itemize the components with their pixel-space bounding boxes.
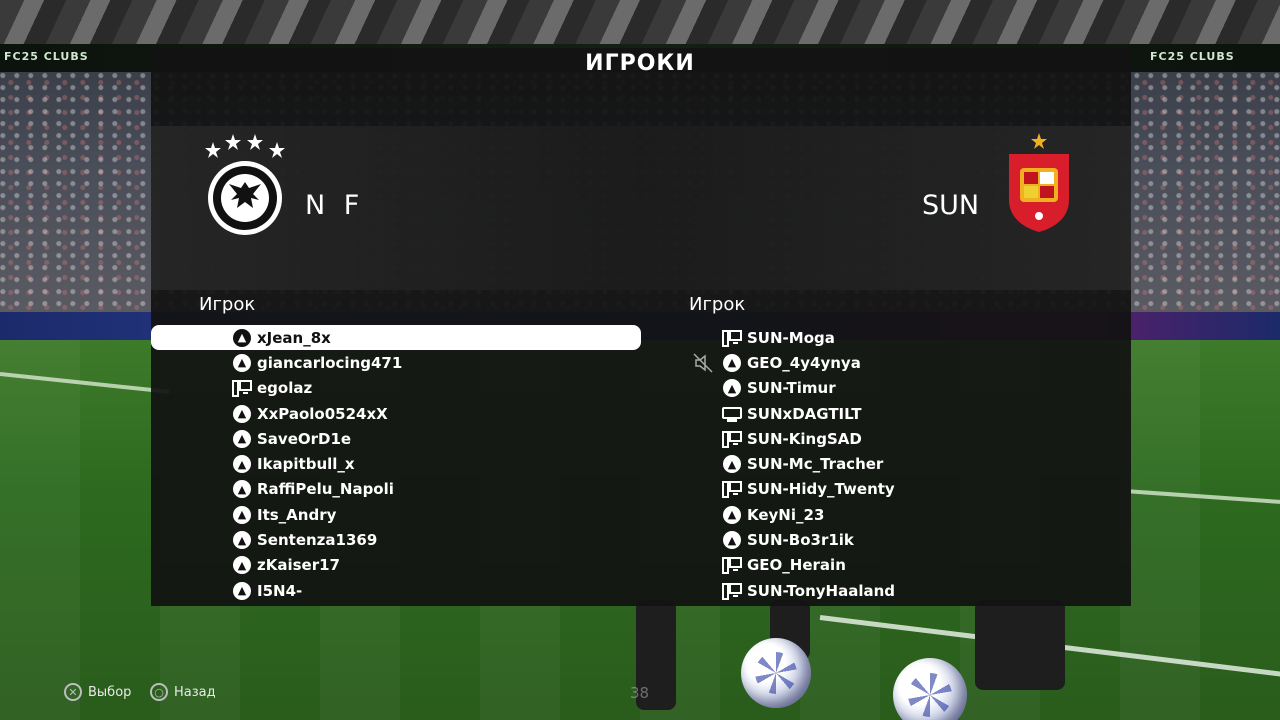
player-name: XxPaolo0524xX [257, 404, 388, 423]
muted-speaker-icon [693, 353, 713, 373]
player-row[interactable]: ▲ zKaiser17 [151, 553, 641, 578]
playstation-icon: ▲ [232, 581, 252, 601]
playstation-icon: ▲ [232, 328, 252, 348]
player-name: SUN-Hidy_Twenty [747, 480, 895, 499]
playstation-icon: ▲ [722, 353, 742, 373]
player-name: SUNxDAGTILT [747, 404, 862, 423]
player-name: SaveOrD1e [257, 429, 352, 448]
player-row[interactable]: ▲ SaveOrD1e [151, 426, 641, 451]
page-title: ИГРОКИ [585, 51, 695, 76]
player-name: SUN-Timur [747, 379, 836, 398]
player-row[interactable]: ▲ SUN-Mc_Tracher [641, 451, 1131, 476]
player-row[interactable]: SUN-Moga [641, 325, 1131, 350]
playstation-icon: ▲ [722, 505, 742, 525]
pc-icon [232, 378, 252, 398]
right-column-header: Игрок [689, 294, 746, 315]
back-hint[interactable]: ○ Назад [150, 683, 216, 701]
player-row[interactable]: ▲ XxPaolo0524xX [151, 401, 641, 426]
left-player-list: ▲ xJean_8x ▲ giancarlocing471 egolaz ▲ XxPaolo… [151, 325, 641, 603]
player-name: I5N4- [257, 581, 303, 600]
playstation-icon: ▲ [232, 530, 252, 550]
right-player-list: SUN-Moga ▲ GEO_4y4ynya ▲ SUN-Timur SUNxDAGTIL… [641, 325, 1131, 603]
playstation-icon: ▲ [722, 454, 742, 474]
playstation-icon: ▲ [232, 353, 252, 373]
player-name: xJean_8x [257, 328, 331, 347]
pc-icon [722, 581, 742, 601]
player-name: SUN-Mc_Tracher [747, 455, 884, 474]
pc-icon [722, 429, 742, 449]
player-name: SUN-Bo3r1ik [747, 531, 854, 550]
player-row[interactable]: ▲ SUN-Timur [641, 376, 1131, 401]
back-label: Назад [174, 684, 216, 700]
player-name: SUN-TonyHaaland [747, 581, 896, 600]
playstation-icon: ▲ [232, 505, 252, 525]
player-name: zKaiser17 [257, 556, 340, 575]
player-name: GEO_4y4ynya [747, 353, 861, 372]
player-name: giancarlocing471 [257, 353, 403, 372]
playstation-icon: ▲ [232, 555, 252, 575]
select-label: Выбор [88, 684, 132, 700]
player-row[interactable]: SUN-TonyHaaland [641, 578, 1131, 603]
playstation-icon: ▲ [722, 530, 742, 550]
stadium-roof [0, 0, 1280, 48]
player-row[interactable]: SUN-Hidy_Twenty [641, 477, 1131, 502]
team-right-name: SUN [922, 190, 980, 221]
player-name: RaffiPelu_Napoli [257, 480, 394, 499]
player-row[interactable]: ▲ I5N4- [151, 578, 641, 603]
football [741, 638, 811, 708]
player-row[interactable]: ▲ Its_Andry [151, 502, 641, 527]
pc-icon [722, 328, 742, 348]
player-name: Sentenza1369 [257, 531, 378, 550]
player-row[interactable]: ▲ Ikapitbull_x [151, 451, 641, 476]
cross-button-icon: ✕ [64, 683, 82, 701]
left-column-header: Игрок [199, 294, 256, 315]
player-name: SUN-Moga [747, 328, 835, 347]
console-icon [722, 404, 742, 424]
player-row[interactable]: ▲ SUN-Bo3r1ik [641, 527, 1131, 552]
player-row[interactable]: SUNxDAGTILT [641, 401, 1131, 426]
player-row[interactable]: egolaz [151, 376, 641, 401]
player-leg [975, 600, 1065, 690]
player-name: KeyNi_23 [747, 505, 825, 524]
player-name: GEO_Herain [747, 556, 846, 575]
playstation-icon: ▲ [232, 404, 252, 424]
player-row[interactable]: ▲ giancarlocing471 [151, 350, 641, 375]
spain-crest-icon [1009, 133, 1069, 232]
player-row[interactable]: ▲ GEO_4y4ynya [641, 350, 1131, 375]
germany-crest-icon [205, 134, 285, 235]
player-name: Its_Andry [257, 505, 337, 524]
team-left-name: N F [305, 190, 365, 221]
teams-header-band [151, 126, 1131, 290]
playstation-icon: ▲ [232, 429, 252, 449]
player-name: SUN-KingSAD [747, 429, 862, 448]
player-row[interactable]: GEO_Herain [641, 553, 1131, 578]
playstation-icon: ▲ [722, 378, 742, 398]
pc-icon [722, 555, 742, 575]
player-name: Ikapitbull_x [257, 455, 355, 474]
pc-icon [722, 479, 742, 499]
playstation-icon: ▲ [232, 454, 252, 474]
playstation-icon: ▲ [232, 479, 252, 499]
player-row[interactable]: SUN-KingSAD [641, 426, 1131, 451]
player-row[interactable]: ▲ Sentenza1369 [151, 527, 641, 552]
player-row[interactable]: ▲ xJean_8x [151, 325, 641, 351]
page-number: 38 [630, 684, 650, 702]
player-name: egolaz [257, 379, 313, 398]
circle-button-icon: ○ [150, 683, 168, 701]
select-hint[interactable]: ✕ Выбор [64, 683, 131, 701]
player-row[interactable]: ▲ KeyNi_23 [641, 502, 1131, 527]
player-row[interactable]: ▲ RaffiPelu_Napoli [151, 477, 641, 502]
